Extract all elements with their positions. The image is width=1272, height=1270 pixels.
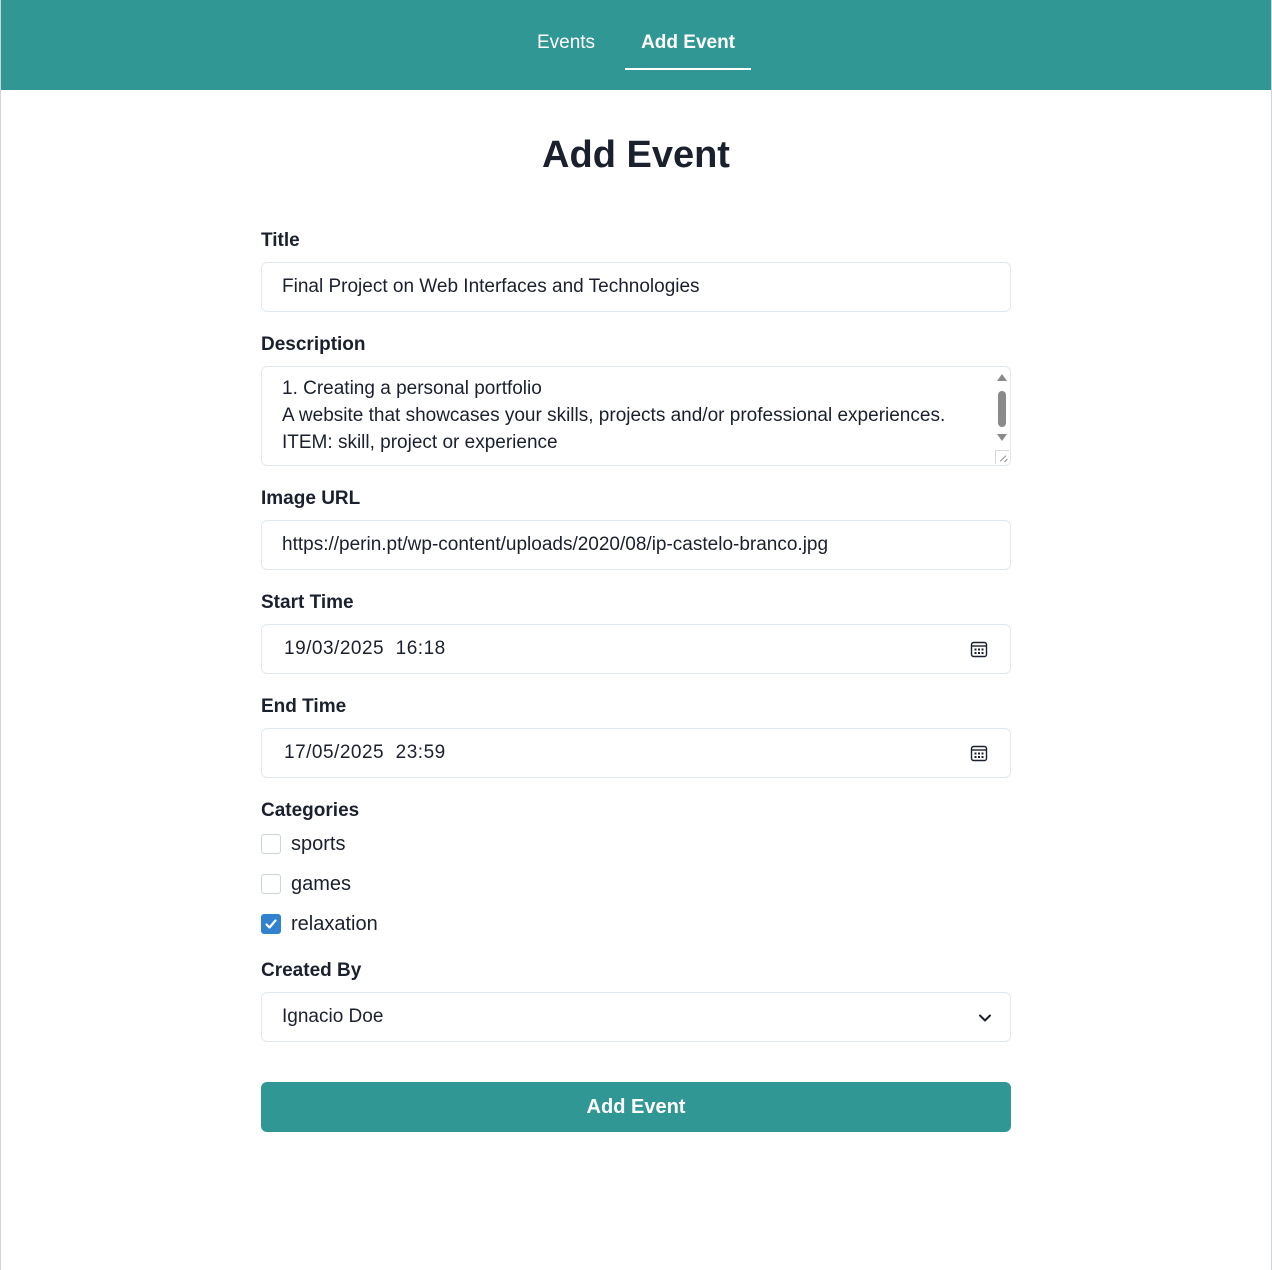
- title-field: Title Final Project on Web Interfaces an…: [261, 228, 1011, 312]
- scroll-thumb[interactable]: [998, 391, 1006, 427]
- description-field: Description 1. Creating a personal portf…: [261, 332, 1011, 466]
- resize-handle-icon[interactable]: [995, 450, 1009, 464]
- sports-checkbox[interactable]: [261, 834, 281, 854]
- start-time-input[interactable]: 19/03/2025 16:18: [261, 624, 1011, 674]
- created-by-field: Created By Ignacio Doe: [261, 958, 1011, 1042]
- scroll-down-arrow-icon[interactable]: [997, 434, 1007, 441]
- image-url-input[interactable]: https://perin.pt/wp-content/uploads/2020…: [261, 520, 1011, 570]
- end-time-value: 17/05/2025 23:59: [284, 742, 446, 763]
- nav-link-events[interactable]: Events: [521, 24, 611, 70]
- category-option-sports[interactable]: sports: [261, 824, 1011, 864]
- image-url-field: Image URL https://perin.pt/wp-content/up…: [261, 486, 1011, 570]
- calendar-icon[interactable]: [970, 640, 988, 658]
- sports-checkbox-label: sports: [291, 832, 346, 855]
- games-checkbox-label: games: [291, 872, 352, 895]
- description-textarea[interactable]: 1. Creating a personal portfolio A websi…: [262, 367, 1010, 465]
- end-time-input[interactable]: 17/05/2025 23:59: [261, 728, 1011, 778]
- end-time-field: End Time 17/05/2025 23:59: [261, 694, 1011, 778]
- start-time-value: 19/03/2025 16:18: [284, 638, 446, 659]
- end-time-label: End Time: [261, 696, 347, 717]
- image-url-label: Image URL: [261, 488, 361, 509]
- title-input[interactable]: Final Project on Web Interfaces and Tech…: [261, 262, 1011, 312]
- start-time-label: Start Time: [261, 592, 354, 613]
- category-option-relaxation[interactable]: relaxation: [261, 904, 1011, 944]
- categories-label: Categories: [261, 800, 360, 821]
- nav-links: Events Add Event: [521, 24, 752, 70]
- chevron-down-icon[interactable]: [978, 1011, 992, 1025]
- add-event-submit-button[interactable]: Add Event: [261, 1082, 1011, 1132]
- created-by-label: Created By: [261, 960, 362, 981]
- created-by-selected-value: Ignacio Doe: [282, 1006, 384, 1027]
- description-textarea-wrapper: 1. Creating a personal portfolio A websi…: [261, 366, 1011, 466]
- created-by-select[interactable]: Ignacio Doe: [261, 992, 1011, 1042]
- categories-field: Categories sports games relaxation: [261, 798, 1011, 944]
- nav-link-add-event[interactable]: Add Event: [625, 24, 752, 70]
- page-title: Add Event: [542, 134, 730, 176]
- category-option-games[interactable]: games: [261, 864, 1011, 904]
- top-navbar: Events Add Event: [1, 0, 1271, 90]
- calendar-icon[interactable]: [970, 744, 988, 762]
- scroll-up-arrow-icon[interactable]: [997, 374, 1007, 381]
- relaxation-checkbox-label: relaxation: [291, 912, 378, 935]
- games-checkbox[interactable]: [261, 874, 281, 894]
- description-scrollbar[interactable]: [996, 371, 1008, 459]
- description-label: Description: [261, 334, 366, 355]
- title-label: Title: [261, 230, 300, 251]
- relaxation-checkbox[interactable]: [261, 914, 281, 934]
- add-event-form: Title Final Project on Web Interfaces an…: [261, 228, 1011, 1132]
- start-time-field: Start Time 19/03/2025 16:18: [261, 590, 1011, 674]
- checkmark-icon: [265, 919, 277, 929]
